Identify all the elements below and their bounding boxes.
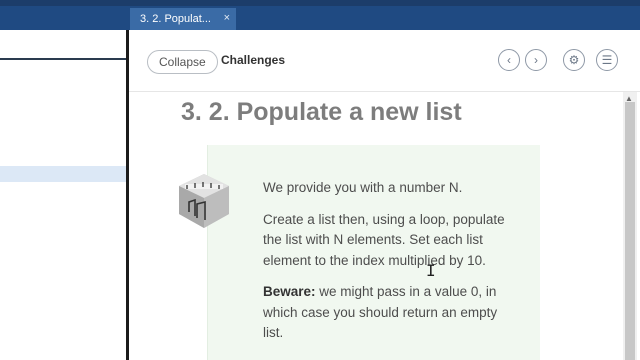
text-cursor-icon: I <box>426 261 436 280</box>
description-paragraph-2: Create a list then, using a loop, popula… <box>263 211 505 268</box>
challenge-heading: 3. 2. Populate a new list <box>181 98 462 126</box>
menu-icon[interactable]: ☰ <box>596 49 618 71</box>
gear-icon[interactable]: ⚙ <box>563 49 585 71</box>
chevron-right-icon[interactable]: › <box>525 49 547 71</box>
beware-label: Beware: <box>263 284 316 299</box>
left-pane <box>0 30 126 360</box>
left-pane-selected-row[interactable] <box>0 166 126 182</box>
tab-populate-list[interactable]: 3. 2. Populat... × <box>130 8 236 30</box>
tab-title: 3. 2. Populat... <box>140 13 211 25</box>
chevron-left-icon[interactable]: ‹ <box>498 49 520 71</box>
left-pane-separator <box>0 58 126 60</box>
tab-close-icon[interactable]: × <box>224 12 230 24</box>
challenge-panel: Collapse Challenges ‹ › ⚙ ☰ 3. 2. Popula… <box>129 30 640 360</box>
editor-tab-bar: 3. 2. Populat... × <box>0 6 640 30</box>
section-title: Challenges <box>221 53 286 67</box>
scrollbar-thumb[interactable] <box>625 102 635 360</box>
vertical-scrollbar[interactable]: ▲ <box>623 92 637 360</box>
description-paragraph-3: Beware: we might pass in a value 0, in w… <box>263 282 513 344</box>
challenge-description: We provide you with a number N. Create a… <box>263 178 513 355</box>
challenge-cube-icon <box>179 174 229 228</box>
description-paragraph-1: We provide you with a number N. <box>263 180 463 195</box>
collapse-button[interactable]: Collapse <box>147 50 218 74</box>
challenge-toolbar: Collapse Challenges ‹ › ⚙ ☰ <box>129 30 640 92</box>
